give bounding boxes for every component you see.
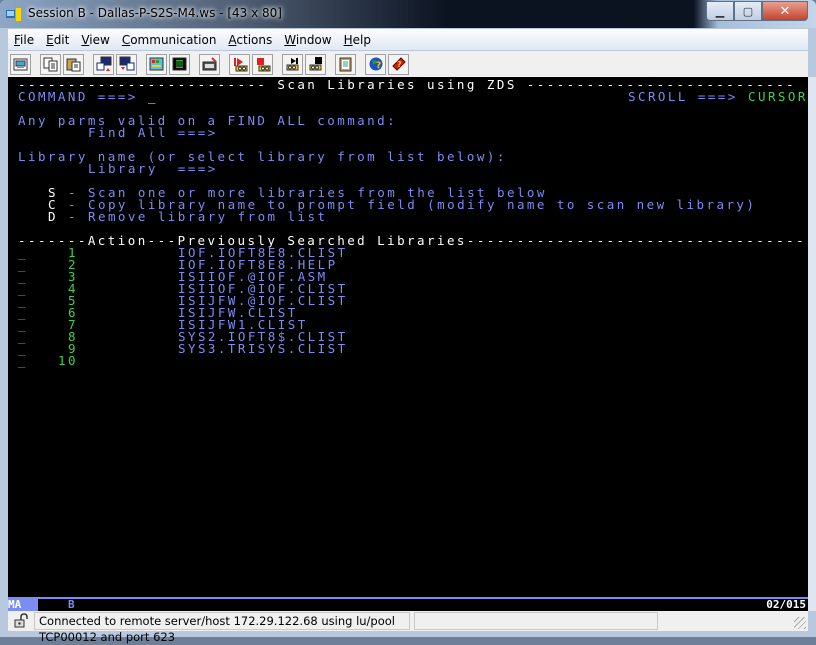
play-macro-icon xyxy=(233,58,247,72)
copy-icon xyxy=(43,57,58,71)
status-message: Connected to remote server/host 172.29.1… xyxy=(34,612,410,644)
library-input[interactable] xyxy=(228,163,788,175)
app-icon xyxy=(6,8,21,21)
unlock-icon xyxy=(14,613,28,628)
find-all-label: Find All ===> xyxy=(88,125,218,140)
minimize-button[interactable]: ▁ xyxy=(706,1,734,21)
action-dash: - xyxy=(68,209,78,224)
internet-help-icon: ? xyxy=(369,57,382,71)
display-setup-button[interactable] xyxy=(146,53,167,75)
clipboard-button[interactable] xyxy=(335,53,356,75)
menu-file[interactable]: File xyxy=(14,33,34,47)
list-item-library: SYS3.TRISYS.CLIST xyxy=(178,341,348,356)
display-setup-icon xyxy=(149,57,164,71)
svg-text:?: ? xyxy=(397,60,402,69)
connection-lock xyxy=(8,612,34,630)
help-book-button[interactable]: ? xyxy=(388,53,409,75)
screen-title: Scan Libraries using ZDS xyxy=(277,77,517,92)
find-all-input[interactable] xyxy=(228,127,788,139)
paste-button[interactable] xyxy=(63,53,84,75)
menu-window[interactable]: Window xyxy=(284,33,331,47)
operator-info-area: MA B 02/015 xyxy=(8,599,808,611)
scroll-input[interactable]: CURSOR xyxy=(748,90,808,103)
color-setup-icon xyxy=(172,57,187,71)
stop-recording-icon xyxy=(309,57,322,71)
status-pane xyxy=(414,612,658,630)
keyboard-map-button[interactable] xyxy=(199,53,220,75)
menu-edit[interactable]: Edit xyxy=(46,33,69,47)
copy-button[interactable] xyxy=(40,53,61,75)
list-select-field[interactable]: _ xyxy=(18,354,28,367)
clipboard-icon xyxy=(339,57,352,72)
receive-file-button[interactable] xyxy=(116,53,137,75)
svg-text:?: ? xyxy=(376,61,381,71)
window-title: Session B - Dallas-P-S2S-M4.ws - [43 x 8… xyxy=(28,6,282,20)
emulator-window: Session B - Dallas-P-S2S-M4.ws - [43 x 8… xyxy=(0,0,816,644)
stop-macro-icon xyxy=(256,58,270,72)
menu-communication[interactable]: Communication xyxy=(122,33,217,47)
action-key-d: D xyxy=(48,209,58,224)
maximize-button[interactable]: ▢ xyxy=(734,1,762,21)
title-bar[interactable]: Session B - Dallas-P-S2S-M4.ws - [43 x 8… xyxy=(0,0,816,28)
scroll-label: SCROLL ===> xyxy=(628,89,738,104)
minimize-icon: ▁ xyxy=(715,4,725,18)
status-bar: Connected to remote server/host 172.29.1… xyxy=(8,611,808,644)
close-button[interactable]: ✕ xyxy=(762,1,808,21)
help-book-icon: ? xyxy=(391,57,406,71)
stop-recording-button[interactable] xyxy=(305,53,326,75)
toolbar: ? ? xyxy=(8,51,808,78)
list-header: -------Action---Previously Searched Libr… xyxy=(18,233,808,248)
menu-help[interactable]: Help xyxy=(344,33,371,47)
menu-view[interactable]: View xyxy=(81,33,109,47)
receive-file-icon xyxy=(119,56,134,71)
stop-macro-button[interactable] xyxy=(252,53,273,75)
print-screen-icon xyxy=(13,58,28,70)
paste-icon xyxy=(66,58,81,71)
play-macro-button[interactable] xyxy=(229,53,250,75)
record-macro-icon xyxy=(286,58,298,71)
library-label: Library ===> xyxy=(88,161,218,176)
send-file-icon xyxy=(96,56,111,71)
color-setup-button[interactable] xyxy=(169,53,190,75)
print-screen-button[interactable] xyxy=(10,53,31,75)
window-frame-right xyxy=(808,77,816,611)
cursor-position: 02/015 xyxy=(766,598,806,611)
maximize-icon: ▢ xyxy=(742,4,754,18)
record-macro-button[interactable] xyxy=(282,53,303,75)
keyboard-map-icon xyxy=(202,57,217,71)
command-label: COMMAND ===> xyxy=(18,89,138,104)
internet-help-button[interactable]: ? xyxy=(365,53,386,75)
action-desc-d: Remove library from list xyxy=(88,209,328,224)
menu-bar: File Edit View Communication Actions Win… xyxy=(8,29,808,50)
oia-session: B xyxy=(68,598,75,611)
send-file-button[interactable] xyxy=(93,53,114,75)
terminal-screen[interactable]: ------------------------- Scan Libraries… xyxy=(8,77,808,597)
close-icon: ✕ xyxy=(779,3,791,19)
oia-indicator: MA xyxy=(8,599,38,611)
resize-grip[interactable] xyxy=(794,617,806,629)
command-input[interactable]: _ xyxy=(148,90,618,103)
menu-actions[interactable]: Actions xyxy=(228,33,272,47)
list-item-number: 10 xyxy=(58,353,78,368)
